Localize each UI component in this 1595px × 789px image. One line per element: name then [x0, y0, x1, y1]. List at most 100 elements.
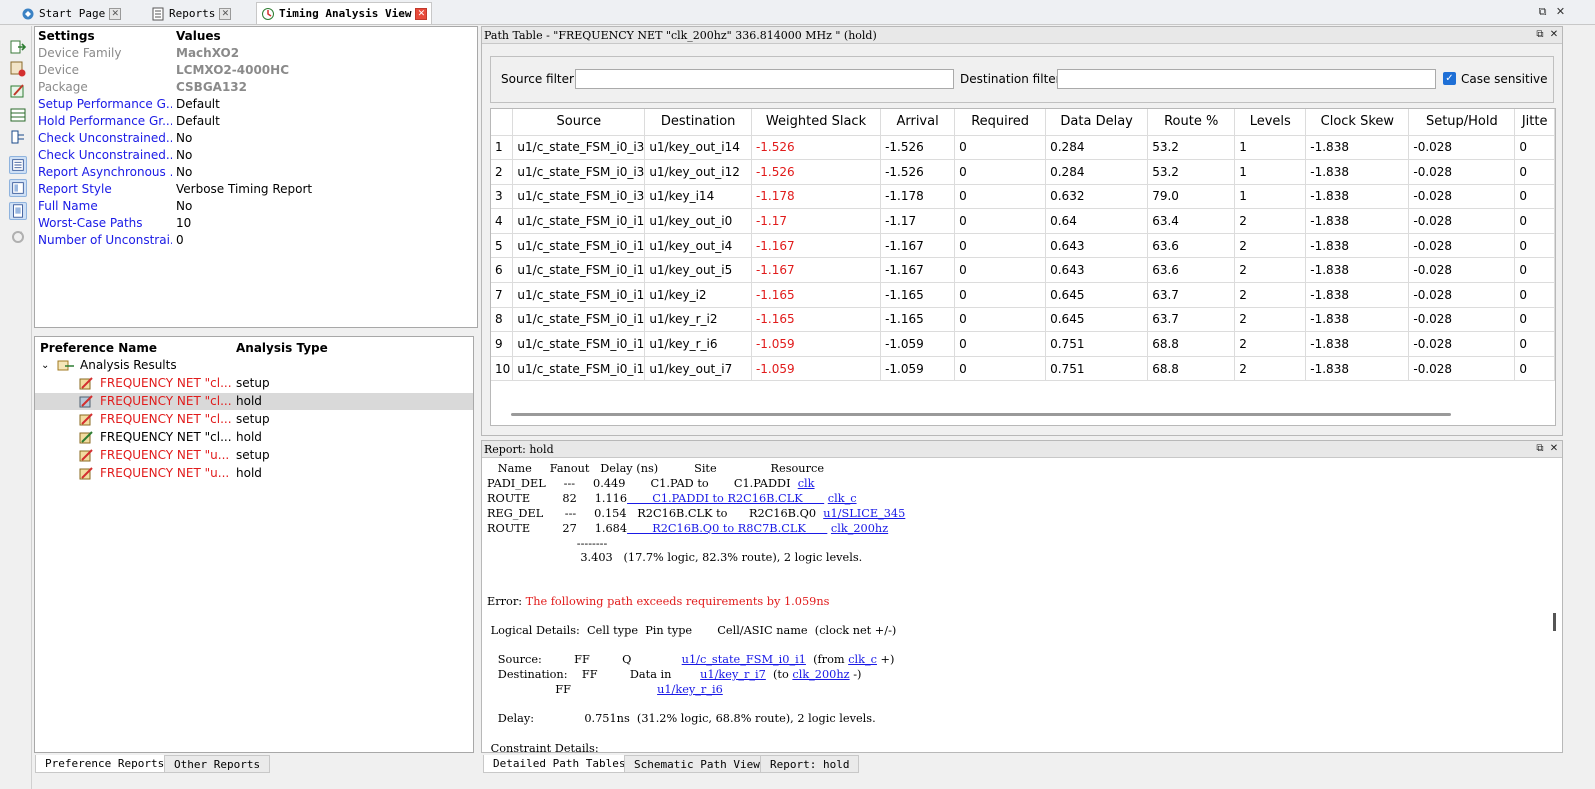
setting-value: No: [176, 148, 193, 162]
setting-row[interactable]: Hold Performance Gr... Default: [35, 113, 477, 130]
table-row[interactable]: 3 u1/c_state_FSM_i0_i3 u1/key_i14 -1.178 -1.…: [491, 184, 1555, 210]
restore-window-icon[interactable]: ⧉: [1536, 5, 1549, 18]
table-cell: -0.028: [1408, 356, 1516, 382]
column-header[interactable]: Data Delay: [1045, 109, 1149, 136]
table-row[interactable]: 7 u1/c_state_FSM_i0_i1 u1/key_i2 -1.165 -1.1…: [491, 282, 1555, 308]
table-row[interactable]: 6 u1/c_state_FSM_i0_i1 u1/key_out_i5 -1.167…: [491, 257, 1555, 284]
delay-row-site[interactable]: R2C16B.Q0 to R8C7B.CLK: [627, 522, 827, 535]
destination-clock-link[interactable]: clk_200hz: [792, 668, 849, 681]
tree-item[interactable]: FREQUENCY NET "u... setup: [35, 447, 473, 464]
report-panel: Report: hold ⧉ ✕ Name Fanout Delay (ns) …: [481, 440, 1563, 753]
delay-row: PADI_DEL --- 0.449 C1.PAD to C1.PADDI cl…: [487, 476, 815, 491]
preference-name-header[interactable]: Preference Name: [40, 339, 157, 357]
source-filter-input[interactable]: [575, 69, 954, 89]
horizontal-scrollbar[interactable]: [511, 413, 1451, 416]
setting-row[interactable]: Check Unconstrained... No: [35, 130, 477, 147]
table-cell: -1.838: [1305, 356, 1410, 382]
tab-timing-analysis-view[interactable]: Timing Analysis View ✕: [256, 2, 433, 24]
setting-row[interactable]: Report Style Verbose Timing Report: [35, 181, 477, 198]
delay-row-resource-link[interactable]: clk_200hz: [831, 522, 888, 535]
float-panel-icon[interactable]: ⧉: [1534, 443, 1546, 455]
refresh-icon[interactable]: [9, 228, 27, 246]
setting-row[interactable]: Report Asynchronous ... No: [35, 164, 477, 181]
table-row[interactable]: 8 u1/c_state_FSM_i0_i1 u1/key_r_i2 -1.165 -1…: [491, 307, 1555, 333]
tab-preference-reports[interactable]: Preference Reports: [35, 755, 175, 773]
delay-row-site[interactable]: C1.PADDI to R2C16B.CLK: [627, 492, 824, 505]
analysis-type-header[interactable]: Analysis Type: [236, 339, 328, 357]
close-panel-icon[interactable]: ✕: [1548, 443, 1560, 455]
tab-report-hold[interactable]: Report: hold: [760, 755, 860, 773]
table-cell: 63.7: [1147, 282, 1236, 308]
source-clock-link[interactable]: clk_c: [848, 653, 877, 666]
setting-row[interactable]: Device Family MachXO2: [35, 45, 477, 62]
tab-detailed-path-tables[interactable]: Detailed Path Tables: [483, 755, 636, 773]
tree-item[interactable]: FREQUENCY NET "u... hold: [35, 465, 473, 482]
tab-start-page[interactable]: Start Page ✕: [16, 2, 126, 24]
setting-row[interactable]: Worst-Case Paths 10: [35, 215, 477, 232]
tab-other-reports[interactable]: Other Reports: [164, 755, 271, 773]
delay-row-resource-link[interactable]: clk_c: [828, 492, 857, 505]
setting-row[interactable]: Device LCMXO2-4000HC: [35, 62, 477, 79]
destination-filter-input[interactable]: [1057, 69, 1436, 89]
table-cell: 0: [1514, 257, 1555, 284]
report-view-icon[interactable]: [9, 202, 27, 220]
delay-row-resource-link[interactable]: u1/SLICE_345: [823, 507, 905, 520]
column-header[interactable]: Required: [954, 109, 1047, 136]
column-header[interactable]: Source: [512, 109, 646, 136]
destination-cell-link[interactable]: u1/key_r_i7: [700, 668, 766, 681]
tab-reports[interactable]: Reports ✕: [146, 2, 236, 24]
column-header[interactable]: Weighted Slack: [751, 109, 882, 136]
tree-item[interactable]: FREQUENCY NET "cl... setup: [35, 375, 473, 392]
tree-item-selected[interactable]: FREQUENCY NET "cl... hold: [35, 393, 473, 410]
column-header[interactable]: Setup/Hold: [1408, 109, 1516, 136]
settings-view-icon[interactable]: [9, 156, 27, 174]
setting-row[interactable]: Full Name No: [35, 198, 477, 215]
edit-preferences-icon[interactable]: [9, 82, 27, 100]
table-cell: -1.838: [1305, 208, 1410, 234]
tree-item[interactable]: FREQUENCY NET "cl... hold: [35, 429, 473, 446]
table-cell: -1.838: [1305, 257, 1410, 284]
case-sensitive-checkbox[interactable]: ✓: [1443, 72, 1456, 85]
table-row[interactable]: 5 u1/c_state_FSM_i0_i1 u1/key_out_i4 -1.167…: [491, 233, 1555, 259]
update-report-icon[interactable]: [9, 60, 27, 78]
path-table-icon[interactable]: [9, 106, 27, 124]
tree-item[interactable]: FREQUENCY NET "cl... setup: [35, 411, 473, 428]
close-icon[interactable]: ✕: [109, 8, 122, 20]
close-icon[interactable]: ✕: [415, 8, 428, 20]
table-row[interactable]: 10 u1/c_state_FSM_i0_i1 u1/key_out_i7 -1.05…: [491, 356, 1555, 382]
chevron-down-icon[interactable]: ⌄: [41, 357, 49, 374]
close-window-icon[interactable]: ✕: [1554, 5, 1567, 18]
vertical-scrollbar[interactable]: [1553, 613, 1556, 631]
float-panel-icon[interactable]: ⧉: [1534, 29, 1546, 41]
source-cell-link[interactable]: u1/c_state_FSM_i0_i1: [682, 653, 806, 666]
table-row[interactable]: 4 u1/c_state_FSM_i0_i1 u1/key_out_i0 -1.17-…: [491, 208, 1555, 234]
table-cell: 53.2: [1147, 159, 1236, 185]
setting-row[interactable]: Package CSBGA132: [35, 79, 477, 96]
run-analysis-icon[interactable]: [9, 38, 27, 56]
column-header[interactable]: Route %: [1147, 109, 1236, 136]
table-row[interactable]: 9 u1/c_state_FSM_i0_i1 u1/key_r_i6 -1.059 -1…: [491, 331, 1555, 357]
setting-row[interactable]: Setup Performance G... Default: [35, 96, 477, 113]
close-panel-icon[interactable]: ✕: [1548, 29, 1560, 41]
table-row[interactable]: 2 u1/c_state_FSM_i0_i3 u1/key_out_i12 -1.52…: [491, 159, 1555, 185]
tree-root[interactable]: ⌄ Analysis Results: [35, 357, 473, 374]
column-header[interactable]: Clock Skew: [1305, 109, 1410, 136]
setting-row[interactable]: Number of Unconstrai... 0: [35, 232, 477, 249]
setting-row[interactable]: Check Unconstrained... No: [35, 147, 477, 164]
column-header[interactable]: Destination: [644, 109, 752, 136]
table-cell: -1.838: [1305, 184, 1410, 210]
table-row[interactable]: 1 u1/c_state_FSM_i0_i3 u1/key_out_i14 -1.52…: [491, 135, 1555, 161]
destination2-cell-link[interactable]: u1/key_r_i6: [657, 683, 723, 696]
tab-schematic-path-view[interactable]: Schematic Path View: [624, 755, 770, 773]
table-cell: 4: [491, 208, 514, 234]
setting-value: 10: [176, 216, 192, 230]
close-icon[interactable]: ✕: [219, 8, 232, 20]
path-table-title: Path Table - "FREQUENCY NET "clk_200hz" …: [482, 27, 1562, 44]
preference-view-icon[interactable]: [9, 179, 27, 197]
column-header[interactable]: [491, 109, 514, 136]
column-header[interactable]: Levels: [1234, 109, 1307, 136]
column-header[interactable]: Arrival: [880, 109, 956, 136]
column-header[interactable]: Jitte: [1514, 109, 1555, 136]
delay-row-resource-link[interactable]: clk: [798, 477, 815, 490]
schematic-icon[interactable]: [9, 128, 27, 146]
